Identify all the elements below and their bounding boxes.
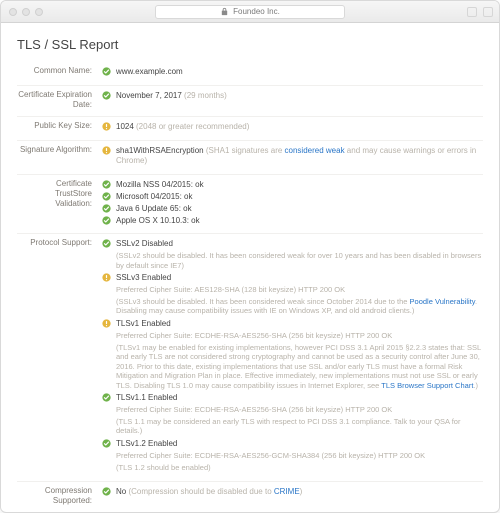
- status-ok-icon: [102, 487, 111, 496]
- status-ok-icon: [102, 216, 111, 225]
- report-row: Signature Algorithm: sha1WithRSAEncryptio…: [17, 140, 483, 175]
- status-ok-icon: [102, 192, 111, 201]
- row-value: SSLv2 Disabled(SSLv2 should be disabled.…: [102, 238, 483, 475]
- row-value: Mozilla NSS 04/2015: okMicrosoft 04/2015…: [102, 179, 483, 227]
- value-subtext: Preferred Cipher Suite: ECDHE-RSA-AES256…: [116, 331, 483, 340]
- status-ok-icon: [102, 204, 111, 213]
- row-label: Common Name:: [17, 66, 102, 76]
- status-ok-icon: [102, 180, 111, 189]
- status-warn-icon: [102, 122, 111, 131]
- value-subtext: Preferred Cipher Suite: ECDHE-RSA-AES256…: [116, 405, 483, 414]
- value-item: November 7, 2017 (29 months): [102, 91, 483, 102]
- address-bar-text: Foundeo Inc.: [233, 7, 280, 16]
- value-item: sha1WithRSAEncryption (SHA1 signatures a…: [102, 146, 483, 168]
- value-item: TLSv1.1 Enabled: [102, 393, 483, 404]
- value-text: 1024 (2048 or greater recommended): [116, 122, 483, 133]
- value-text: No (Compression should be disabled due t…: [116, 487, 483, 498]
- row-label: Public Key Size:: [17, 121, 102, 131]
- value-item: Microsoft 04/2015: ok: [102, 192, 483, 203]
- page-title: TLS / SSL Report: [17, 37, 483, 52]
- row-label: Compression Supported:: [17, 486, 102, 506]
- status-ok-icon: [102, 91, 111, 100]
- status-warn-icon: [102, 146, 111, 155]
- row-value: sha1WithRSAEncryption (SHA1 signatures a…: [102, 145, 483, 169]
- minimize-icon[interactable]: [22, 8, 30, 16]
- value-text: Mozilla NSS 04/2015: ok: [116, 180, 483, 191]
- report-content: TLS / SSL Report Common Name: www.example…: [1, 23, 499, 512]
- report-row: Common Name: www.example.com: [17, 62, 483, 85]
- value-subtext: Preferred Cipher Suite: AES128-SHA (128 …: [116, 285, 483, 294]
- value-text: November 7, 2017 (29 months): [116, 91, 483, 102]
- row-label: Certificate Expiration Date:: [17, 90, 102, 110]
- value-text: Microsoft 04/2015: ok: [116, 192, 483, 203]
- value-subtext: (SSLv3 should be disabled. It has been c…: [116, 297, 483, 316]
- browser-window: Foundeo Inc. TLS / SSL Report Common Nam…: [0, 0, 500, 513]
- value-item: TLSv1 Enabled: [102, 319, 483, 330]
- row-value: November 7, 2017 (29 months): [102, 90, 483, 103]
- value-subtext: (SSLv2 should be disabled. It has been c…: [116, 251, 483, 270]
- value-text: SSLv2 Disabled: [116, 239, 483, 250]
- share-button[interactable]: [467, 7, 477, 17]
- status-ok-icon: [102, 239, 111, 248]
- value-text: www.example.com: [116, 67, 483, 78]
- status-ok-icon: [102, 393, 111, 402]
- value-item: SSLv3 Enabled: [102, 273, 483, 284]
- status-warn-icon: [102, 273, 111, 282]
- report-row: Certificate Expiration Date: November 7, …: [17, 85, 483, 116]
- value-text: TLSv1 Enabled: [116, 319, 483, 330]
- traffic-lights: [9, 8, 43, 16]
- value-item: 1024 (2048 or greater recommended): [102, 122, 483, 133]
- row-label: Signature Algorithm:: [17, 145, 102, 155]
- value-item: No (Compression should be disabled due t…: [102, 487, 483, 498]
- row-value: 1024 (2048 or greater recommended): [102, 121, 483, 134]
- status-ok-icon: [102, 439, 111, 448]
- value-text: Apple OS X 10.10.3: ok: [116, 216, 483, 227]
- status-warn-icon: [102, 319, 111, 328]
- report-row: Public Key Size: 1024 (2048 or greater re…: [17, 116, 483, 140]
- row-value: No (Compression should be disabled due t…: [102, 486, 483, 499]
- zoom-icon[interactable]: [35, 8, 43, 16]
- row-label: Certificate TrustStore Validation:: [17, 179, 102, 209]
- row-label: Protocol Support:: [17, 238, 102, 248]
- value-item: SSLv2 Disabled: [102, 239, 483, 250]
- report-row: Protocol Support:SSLv2 Disabled(SSLv2 sh…: [17, 233, 483, 481]
- lock-icon: [220, 7, 229, 16]
- toolbar-right: [467, 7, 493, 17]
- value-subtext: (TLSv1 may be enabled for existing imple…: [116, 343, 483, 390]
- value-item: Mozilla NSS 04/2015: ok: [102, 180, 483, 191]
- value-text: sha1WithRSAEncryption (SHA1 signatures a…: [116, 146, 483, 168]
- report-row: Compression Supported: No (Compression sh…: [17, 481, 483, 512]
- value-text: Java 6 Update 65: ok: [116, 204, 483, 215]
- report-row: Certificate TrustStore Validation:Mozill…: [17, 174, 483, 233]
- value-item: Apple OS X 10.10.3: ok: [102, 216, 483, 227]
- close-icon[interactable]: [9, 8, 17, 16]
- status-ok-icon: [102, 67, 111, 76]
- row-value: www.example.com: [102, 66, 483, 79]
- value-item: Java 6 Update 65: ok: [102, 204, 483, 215]
- value-text: SSLv3 Enabled: [116, 273, 483, 284]
- value-text: TLSv1.1 Enabled: [116, 393, 483, 404]
- tabs-button[interactable]: [483, 7, 493, 17]
- value-subtext: (TLS 1.2 should be enabled): [116, 463, 483, 472]
- value-text: TLSv1.2 Enabled: [116, 439, 483, 450]
- window-titlebar: Foundeo Inc.: [1, 1, 499, 23]
- value-item: TLSv1.2 Enabled: [102, 439, 483, 450]
- value-subtext: Preferred Cipher Suite: ECDHE-RSA-AES256…: [116, 451, 483, 460]
- address-bar[interactable]: Foundeo Inc.: [155, 5, 345, 19]
- value-item: www.example.com: [102, 67, 483, 78]
- value-subtext: (TLS 1.1 may be considered an early TLS …: [116, 417, 483, 436]
